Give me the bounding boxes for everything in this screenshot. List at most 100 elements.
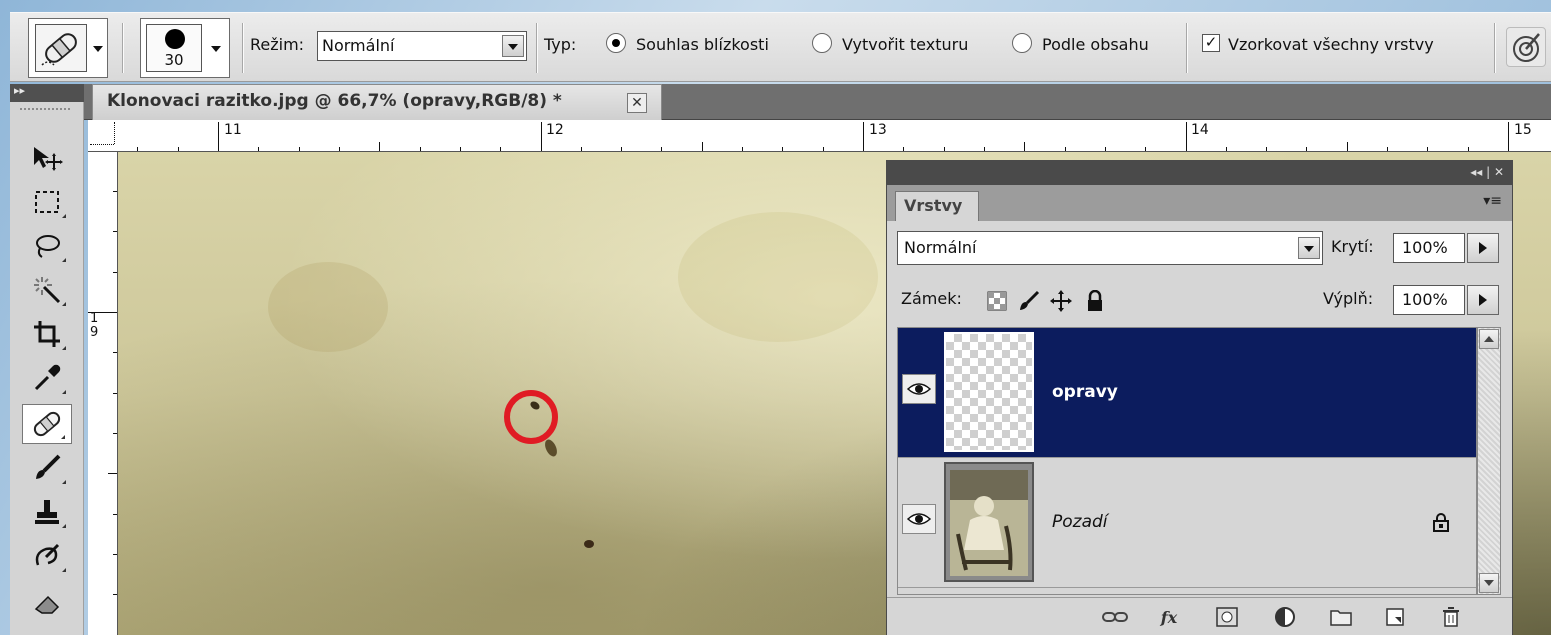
mode-select[interactable]: Normální: [317, 31, 527, 61]
chevron-down-icon: [1304, 246, 1314, 252]
close-icon[interactable]: ✕: [627, 93, 647, 113]
adjustment-icon[interactable]: [1271, 604, 1299, 630]
history-brush-tool[interactable]: [22, 536, 72, 576]
move-tool[interactable]: [22, 138, 72, 178]
clone-stamp-tool[interactable]: [22, 492, 72, 532]
visibility-eye-icon[interactable]: [902, 374, 936, 404]
scroll-up-button[interactable]: [1479, 329, 1499, 349]
trash-icon[interactable]: [1437, 604, 1465, 630]
blend-mode-dropdown-button[interactable]: [1298, 237, 1320, 259]
scroll-down-button[interactable]: [1479, 573, 1499, 593]
ruler-tick: [1185, 122, 1187, 151]
mask-icon[interactable]: [1213, 604, 1241, 630]
opacity-slider-button[interactable]: [1467, 233, 1499, 263]
fx-icon[interactable]: fx: [1155, 604, 1183, 630]
lock-all-icon[interactable]: [1083, 289, 1107, 313]
lock-pixels-brush-icon[interactable]: [1017, 289, 1041, 313]
tool-preset-picker[interactable]: [28, 18, 108, 78]
bandage-icon: [33, 411, 61, 437]
horizontal-ruler[interactable]: 11 12 13 14 15: [88, 120, 1551, 152]
chevron-down-icon: [211, 46, 221, 52]
radio-proximity-match[interactable]: [606, 33, 626, 53]
layer-name[interactable]: opravy: [1052, 382, 1118, 402]
tab-layers[interactable]: Vrstvy: [895, 191, 979, 221]
rectangle-marquee-icon: [35, 191, 59, 213]
mode-dropdown-button[interactable]: [502, 35, 524, 57]
brush-picker[interactable]: 30: [140, 18, 230, 78]
ruler-label: 14: [1191, 122, 1209, 138]
layer-list-scrollbar[interactable]: [1477, 327, 1501, 595]
radio-label-create-texture: Vytvořit texturu: [842, 35, 969, 54]
divider: [122, 23, 123, 73]
ruler-tick: [218, 122, 219, 151]
layer-row-opravy[interactable]: opravy: [898, 328, 1476, 458]
ruler-tick: [1346, 142, 1348, 151]
radio-content-aware[interactable]: [1012, 33, 1032, 53]
highlight-circle: [504, 390, 558, 444]
radio-create-texture[interactable]: [812, 33, 832, 53]
chevron-down-icon: [93, 46, 103, 52]
magic-wand-tool[interactable]: [22, 270, 72, 310]
fill-slider-button[interactable]: [1467, 285, 1499, 315]
eyedropper-icon: [34, 364, 61, 391]
spot-healing-brush-tool[interactable]: [22, 404, 72, 444]
document-tab[interactable]: Klonovaci razitko.jpg @ 66,7% (opravy,RG…: [92, 84, 662, 120]
ruler-label: 12: [546, 122, 564, 138]
layer-row-pozadi[interactable]: Pozadí: [898, 458, 1476, 588]
lock-icon: [1432, 512, 1450, 536]
panel-title-controls[interactable]: ◂◂ | ✕: [887, 161, 1512, 185]
crop-icon: [34, 321, 60, 347]
fill-label: Výplň:: [1323, 289, 1374, 308]
expand-panel-icon[interactable]: ▸▸: [10, 84, 84, 102]
brush-tip-icon: [165, 29, 185, 49]
visibility-eye-icon[interactable]: [902, 504, 936, 534]
mode-label: Režim:: [250, 35, 305, 54]
layers-panel-footer: fx: [887, 597, 1512, 635]
pressure-target-icon[interactable]: [1506, 27, 1546, 67]
chevron-down-icon: [508, 44, 518, 50]
lock-label: Zámek:: [901, 289, 962, 308]
divider: [242, 23, 243, 73]
vertical-ruler[interactable]: 1 9: [88, 152, 118, 635]
tools-panel: ▸▸: [10, 84, 84, 635]
divider: [1186, 23, 1187, 73]
spot-healing-brush-icon: [35, 24, 87, 72]
eraser-icon: [34, 595, 60, 614]
new-layer-icon[interactable]: [1381, 604, 1409, 630]
brush-icon: [36, 454, 61, 479]
group-icon[interactable]: [1327, 604, 1355, 630]
lock-position-move-icon[interactable]: [1049, 289, 1073, 313]
ruler-tick: [1024, 142, 1026, 151]
opacity-label: Krytí:: [1331, 237, 1374, 256]
layer-list: opravy Pozadí: [897, 327, 1477, 595]
marquee-tool[interactable]: [22, 182, 72, 222]
eyedropper-tool[interactable]: [22, 358, 72, 398]
layer-thumbnail-photo: [944, 462, 1034, 582]
layer-name[interactable]: Pozadí: [1052, 512, 1108, 532]
lasso-tool[interactable]: [22, 226, 72, 266]
brush-tool[interactable]: [22, 448, 72, 488]
document-tab-title: Klonovaci razitko.jpg @ 66,7% (opravy,RG…: [107, 91, 562, 111]
eraser-tool[interactable]: [22, 584, 72, 624]
dust-spot: [542, 437, 560, 459]
type-label: Typ:: [544, 35, 577, 54]
sample-all-layers-label: Vzorkovat všechny vrstvy: [1228, 35, 1434, 54]
brush-size-value: 30: [164, 51, 184, 69]
layers-panel: ◂◂ | ✕ Vrstvy ▾≡ Normální Krytí: 100% Zá…: [886, 160, 1513, 635]
lock-transparency-icon[interactable]: [985, 289, 1009, 313]
fill-input[interactable]: 100%: [1393, 285, 1465, 315]
radio-label-content-aware: Podle obsahu: [1042, 35, 1149, 54]
ruler-tick: [863, 122, 864, 151]
ruler-label: 1: [90, 311, 99, 326]
opacity-input[interactable]: 100%: [1393, 233, 1465, 263]
panel-menu-icon[interactable]: ▾≡: [1483, 193, 1502, 209]
brush-preview: 30: [146, 24, 202, 72]
link-icon[interactable]: [1101, 604, 1129, 630]
crop-tool[interactable]: [22, 314, 72, 354]
options-bar: 30 Režim: Normální Typ: Souhlas blízkost…: [10, 12, 1551, 82]
panel-grip[interactable]: [20, 108, 70, 114]
sample-all-layers-checkbox[interactable]: ✓: [1202, 34, 1220, 52]
move-icon: [34, 147, 63, 171]
blend-mode-select[interactable]: Normální: [897, 231, 1323, 265]
ruler-label: 13: [869, 122, 887, 138]
